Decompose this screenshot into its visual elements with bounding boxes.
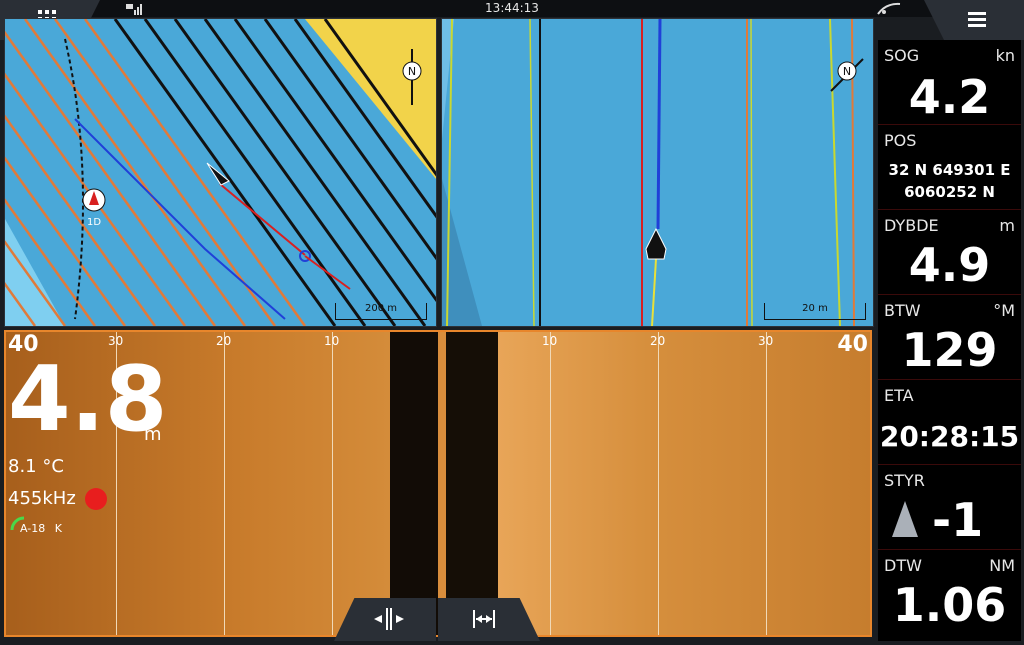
north-arrow-icon[interactable]: N <box>827 55 867 95</box>
scale-bar: 200 m <box>335 303 427 320</box>
sonar-right-channel <box>498 332 870 635</box>
range-label-right: 40 <box>837 332 868 357</box>
data-bar[interactable]: SOG kn 4.2 POS 32 N 649301 E 6060252 N D… <box>878 40 1021 641</box>
data-cell-steer[interactable]: STYR -1 <box>878 465 1021 550</box>
frequency-readout: 455kHz <box>8 488 76 509</box>
waypoint-label: 1D <box>86 217 102 228</box>
record-icon[interactable] <box>84 487 108 511</box>
data-unit: m <box>999 216 1015 235</box>
data-unit: kn <box>995 46 1015 65</box>
range-tick: 10 <box>542 334 558 348</box>
gain-readout: A-18 K <box>20 522 62 535</box>
satellite-icon <box>126 4 142 15</box>
range-tick: 20 <box>650 334 666 348</box>
sidescan-sonar-pane[interactable]: 40 40 30 20 10 10 20 30 4.8 m 8.1 °C 455… <box>4 330 872 637</box>
data-cell-depth[interactable]: DYBDE m 4.9 <box>878 210 1021 295</box>
north-label: N <box>843 65 851 78</box>
data-value: 1.06 <box>892 578 1007 632</box>
data-label: BTW <box>884 301 921 320</box>
range-tick: 30 <box>758 334 774 348</box>
vessel-icon <box>645 227 667 260</box>
data-value-line2: 6060252 N <box>904 183 995 201</box>
range-tick: 10 <box>324 334 340 348</box>
vessel-icon <box>206 162 230 186</box>
range-tick: 30 <box>108 334 124 348</box>
menu-button[interactable] <box>924 0 1024 40</box>
data-value: 4.2 <box>908 70 991 124</box>
waypoint-marker[interactable]: 1D <box>81 187 107 228</box>
clock: 13:44:13 <box>485 1 539 15</box>
north-label: N <box>408 65 416 78</box>
data-value: -1 <box>932 493 984 547</box>
data-value: 129 <box>901 323 998 377</box>
data-label: DYBDE <box>884 216 939 235</box>
steer-arrow-icon <box>892 501 918 537</box>
data-label: DTW <box>884 556 922 575</box>
range-line <box>332 332 333 635</box>
chart-pane-left[interactable]: N 1D 200 m <box>4 18 437 327</box>
data-cell-pos[interactable]: POS 32 N 649301 E 6060252 N <box>878 125 1021 210</box>
data-unit: °M <box>993 301 1015 320</box>
center-divider <box>438 332 446 635</box>
waypoint-icon <box>82 188 106 212</box>
gain-suffix: K <box>54 522 62 535</box>
data-cell-sog[interactable]: SOG kn 4.2 <box>878 40 1021 125</box>
water-column-left <box>390 332 438 635</box>
range-tick: 20 <box>216 334 232 348</box>
scale-bar: 20 m <box>764 303 866 320</box>
data-cell-btw[interactable]: BTW °M 129 <box>878 295 1021 380</box>
depth-unit: m <box>144 424 162 445</box>
data-label: SOG <box>884 46 920 65</box>
data-unit: NM <box>989 556 1015 575</box>
chart-pane-right[interactable]: N 20 m <box>441 18 874 327</box>
data-label: POS <box>884 131 917 150</box>
water-column-right <box>446 332 498 635</box>
range-line <box>658 332 659 635</box>
data-label: ETA <box>884 386 914 405</box>
range-line <box>766 332 767 635</box>
menu-icon <box>968 12 986 27</box>
north-arrow-icon[interactable]: N <box>399 47 425 107</box>
chart-map-right[interactable] <box>442 19 873 326</box>
scale-label: 200 m <box>364 303 397 314</box>
data-cell-eta[interactable]: ETA 20:28:15 <box>878 380 1021 465</box>
data-cell-dtw[interactable]: DTW NM 1.06 <box>878 550 1021 641</box>
gain-value: A-18 <box>20 522 46 535</box>
data-label: STYR <box>884 471 925 490</box>
data-value-line1: 32 N 649301 E <box>888 161 1011 179</box>
signal-icon <box>877 2 901 15</box>
range-line <box>224 332 225 635</box>
data-value: 20:28:15 <box>879 420 1020 453</box>
data-value: 4.9 <box>908 238 991 292</box>
range-line <box>550 332 551 635</box>
temperature-readout: 8.1 °C <box>8 456 64 477</box>
scale-label: 20 m <box>802 303 828 314</box>
